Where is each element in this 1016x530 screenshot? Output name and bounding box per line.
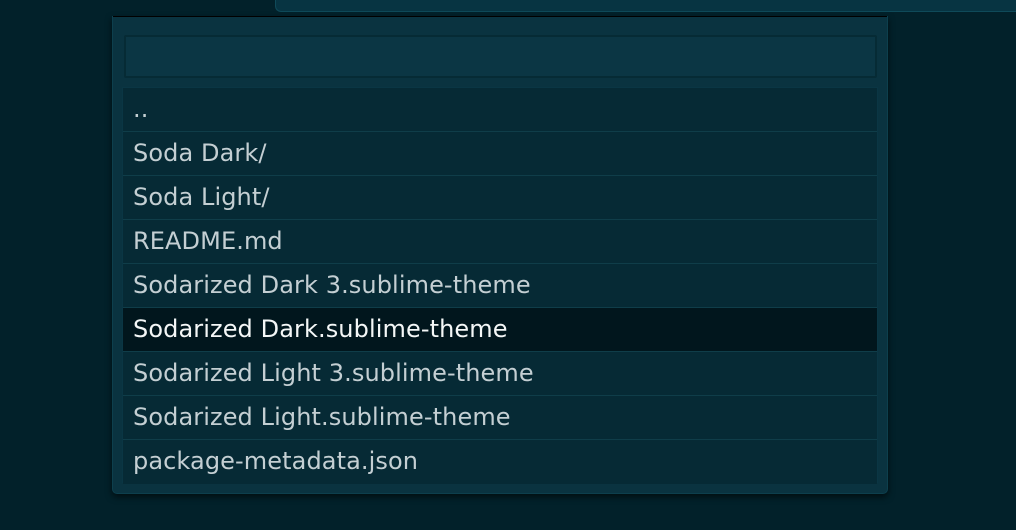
editor-tab-bar-edge <box>275 0 1016 12</box>
result-item-soda-light-folder[interactable]: Soda Light/ <box>123 176 877 220</box>
result-item-sodarized-dark-3-theme[interactable]: Sodarized Dark 3.sublime-theme <box>123 264 877 308</box>
result-item-readme[interactable]: README.md <box>123 220 877 264</box>
quick-open-panel: .. Soda Dark/ Soda Light/ README.md Soda… <box>112 16 888 494</box>
result-item-soda-dark-folder[interactable]: Soda Dark/ <box>123 132 877 176</box>
result-item-parent-directory[interactable]: .. <box>123 88 877 132</box>
result-item-sodarized-light-3-theme[interactable]: Sodarized Light 3.sublime-theme <box>123 352 877 396</box>
result-item-package-metadata[interactable]: package-metadata.json <box>123 440 877 484</box>
quick-open-search-input[interactable] <box>124 35 877 78</box>
result-item-sodarized-light-theme[interactable]: Sodarized Light.sublime-theme <box>123 396 877 440</box>
result-item-sodarized-dark-theme[interactable]: Sodarized Dark.sublime-theme <box>123 308 877 352</box>
quick-open-results-list: .. Soda Dark/ Soda Light/ README.md Soda… <box>122 87 878 484</box>
